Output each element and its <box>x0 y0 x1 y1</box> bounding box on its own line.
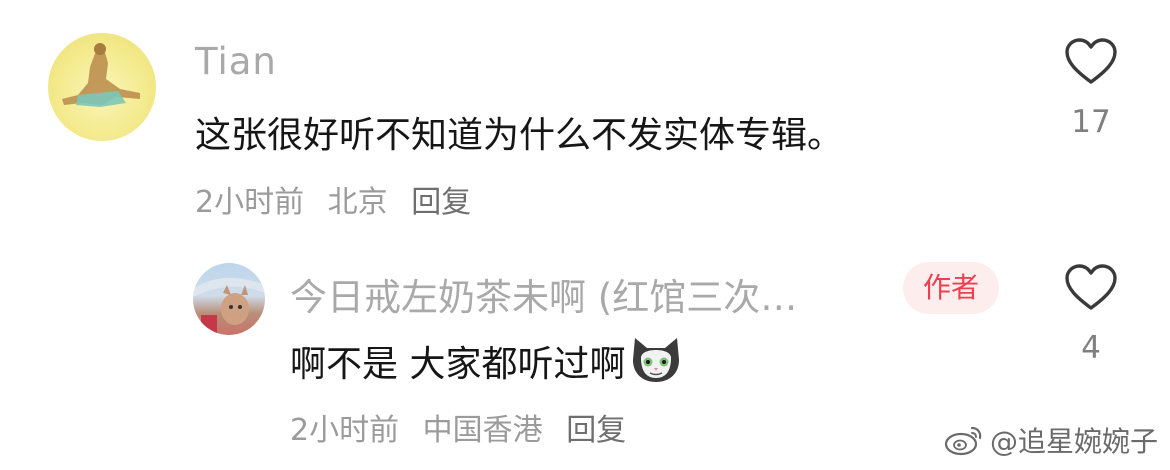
reply-like-button[interactable]: 4 <box>1056 264 1126 366</box>
reply-meta: 2小时前 中国香港 回复 <box>290 405 640 449</box>
like-button[interactable]: 17 <box>1056 38 1126 140</box>
comment-username[interactable]: Tian <box>195 40 277 83</box>
comment-text: 这张很好听不知道为什么不发实体专辑。 <box>195 115 844 156</box>
author-badge: 作者 <box>903 262 999 314</box>
reply-time: 2小时前 <box>290 413 400 448</box>
weibo-icon <box>944 426 982 456</box>
reply-location: 中国香港 <box>422 413 543 448</box>
comment-time: 2小时前 <box>195 185 305 220</box>
comment-location: 北京 <box>327 185 388 220</box>
user-avatar[interactable] <box>48 33 156 141</box>
avatar-figure-icon <box>62 43 140 107</box>
reply-reply-button[interactable]: 回复 <box>566 413 626 448</box>
watermark-text: @追星婉婉子 <box>989 425 1158 458</box>
heart-outline-icon <box>1065 264 1117 310</box>
cat-emoji-icon <box>629 334 683 393</box>
watermark: @追星婉婉子 <box>944 420 1158 460</box>
reply-text-content: 啊不是 大家都听过啊 <box>290 344 626 385</box>
like-count: 17 <box>1071 104 1111 140</box>
heart-outline-icon <box>1065 38 1117 84</box>
reply-text: 啊不是 大家都听过啊 <box>290 335 683 393</box>
reply-button[interactable]: 回复 <box>411 185 471 220</box>
reply-avatar[interactable] <box>193 263 265 335</box>
comment-meta: 2小时前 北京 回复 <box>195 177 485 221</box>
reply-like-count: 4 <box>1081 330 1101 366</box>
reply-username[interactable]: 今日戒左奶茶未啊 (红馆三次… <box>290 267 860 321</box>
avatar-plush-icon <box>193 277 265 335</box>
